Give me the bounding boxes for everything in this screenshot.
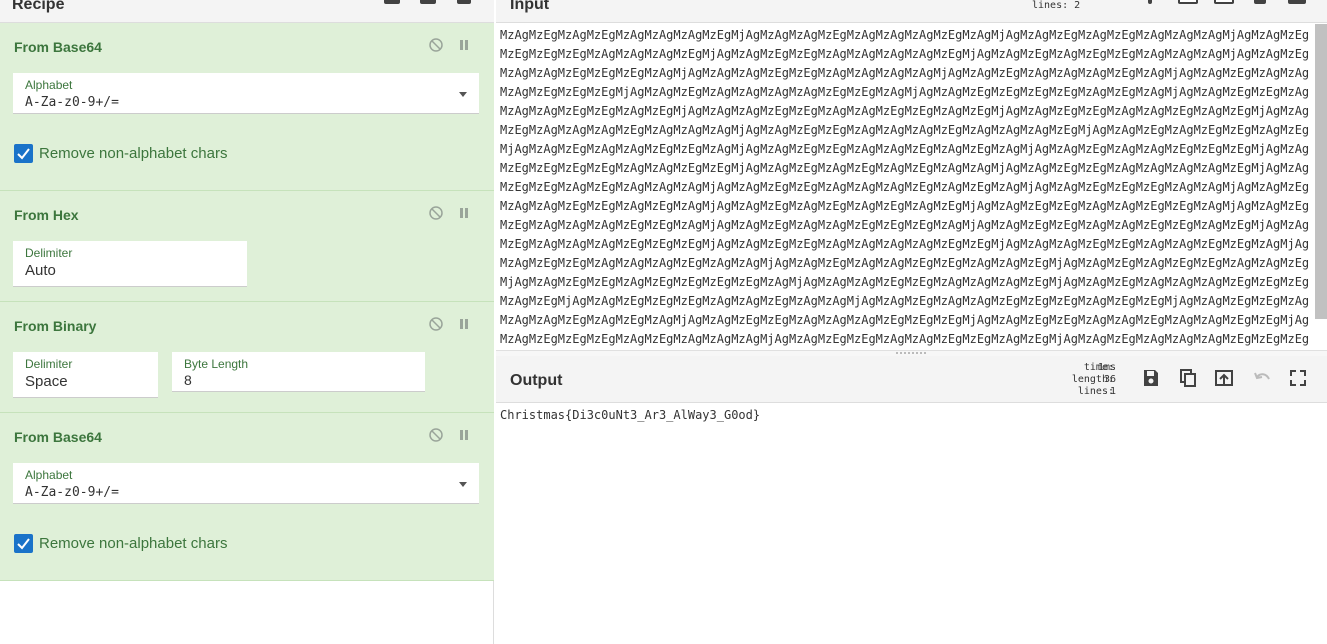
- disable-icon[interactable]: [428, 427, 444, 443]
- byte-length-label: Byte Length: [184, 357, 249, 371]
- delimiter-label: Delimiter: [25, 246, 73, 260]
- input-stats: lines: 2: [1032, 0, 1081, 11]
- output-panel: Output time: length: lines: 1ms 36 1 Chr…: [496, 356, 1327, 644]
- recipe-panel: Recipe From Base64 Alphabet A-Za-z0-9+/=…: [0, 0, 494, 644]
- disable-icon[interactable]: [428, 37, 444, 53]
- recipe-title: Recipe: [12, 0, 65, 13]
- disable-icon[interactable]: [428, 316, 444, 332]
- input-scrollbar[interactable]: [1315, 24, 1327, 319]
- output-stats-values: 1ms 36 1: [1092, 362, 1116, 398]
- chevron-down-icon: [459, 482, 467, 487]
- delimiter-select[interactable]: Delimiter Space: [13, 352, 158, 398]
- operation-title: From Hex: [14, 207, 79, 223]
- breakpoint-icon[interactable]: [456, 427, 472, 443]
- copy-icon[interactable]: [1178, 368, 1198, 388]
- delimiter-value: Auto: [25, 262, 56, 279]
- alphabet-select[interactable]: Alphabet A-Za-z0-9+/=: [13, 73, 479, 114]
- delimiter-select[interactable]: Delimiter Auto: [13, 241, 247, 287]
- cyberchef-app: Recipe From Base64 Alphabet A-Za-z0-9+/=…: [0, 0, 1327, 644]
- remove-non-alphabet-checkbox[interactable]: [14, 144, 33, 163]
- operation-from-base64[interactable]: From Base64 Alphabet A-Za-z0-9+/= Remove…: [0, 413, 494, 581]
- recipe-header: Recipe: [0, 0, 494, 23]
- open-file-icon[interactable]: [1214, 0, 1234, 4]
- operation-title: From Binary: [14, 318, 97, 334]
- splitter-grip-icon: [896, 352, 926, 354]
- alphabet-value: A-Za-z0-9+/=: [25, 485, 119, 500]
- stat-value-length: 36: [1103, 374, 1116, 385]
- move-to-input-icon[interactable]: [1214, 368, 1234, 388]
- output-text[interactable]: Christmas{Di3c0uNt3_Ar3_AlWay3_G0od}: [500, 408, 760, 422]
- checkbox-label: Remove non-alphabet chars: [39, 145, 228, 162]
- breakpoint-icon[interactable]: [456, 205, 472, 221]
- alphabet-value: A-Za-z0-9+/=: [25, 95, 119, 110]
- operation-from-base64[interactable]: From Base64 Alphabet A-Za-z0-9+/= Remove…: [0, 23, 494, 191]
- delimiter-label: Delimiter: [25, 357, 73, 371]
- output-header: Output time: length: lines: 1ms 36 1: [496, 356, 1327, 403]
- remove-non-alphabet-checkbox[interactable]: [14, 534, 33, 553]
- operation-title: From Base64: [14, 429, 102, 445]
- clear-input-icon[interactable]: [1254, 0, 1266, 4]
- open-folder-icon[interactable]: [1178, 0, 1198, 4]
- breakpoint-icon[interactable]: [456, 316, 472, 332]
- delimiter-value: Space: [25, 373, 68, 390]
- save-icon[interactable]: [1141, 368, 1161, 388]
- operation-from-binary[interactable]: From Binary Delimiter Space Byte Length …: [0, 302, 494, 413]
- stat-value-lines: 1: [1109, 386, 1116, 397]
- byte-length-value: 8: [184, 372, 192, 388]
- input-textarea[interactable]: MzAgMzEgMzAgMzEgMzAgMzAgMzAgMzEgMjAgMzAg…: [500, 26, 1310, 350]
- alphabet-select[interactable]: Alphabet A-Za-z0-9+/=: [13, 463, 479, 504]
- checkbox-label: Remove non-alphabet chars: [39, 535, 228, 552]
- save-recipe-icon[interactable]: [384, 0, 400, 4]
- alphabet-label: Alphabet: [25, 468, 73, 482]
- input-title: Input: [510, 0, 550, 13]
- byte-length-input[interactable]: Byte Length 8: [172, 352, 425, 392]
- breakpoint-icon[interactable]: [456, 37, 472, 53]
- operation-from-hex[interactable]: From Hex Delimiter Auto: [0, 191, 494, 302]
- add-tab-icon[interactable]: [1148, 0, 1152, 4]
- operation-title: From Base64: [14, 39, 102, 55]
- maximize-icon[interactable]: [1288, 368, 1308, 388]
- undo-icon[interactable]: [1252, 368, 1272, 388]
- input-panel: Input lines: 2 MzAgMzEgMzAgMzEgMzAgMzAgM…: [496, 0, 1327, 354]
- reset-layout-icon[interactable]: [1288, 0, 1306, 4]
- chevron-down-icon: [459, 92, 467, 97]
- alphabet-label: Alphabet: [25, 78, 73, 92]
- stat-value-time: 1ms: [1097, 362, 1116, 373]
- disable-icon[interactable]: [428, 205, 444, 221]
- input-header: Input lines: 2: [496, 0, 1327, 23]
- clear-recipe-icon[interactable]: [457, 0, 471, 4]
- output-title: Output: [510, 372, 563, 389]
- load-recipe-icon[interactable]: [420, 0, 436, 4]
